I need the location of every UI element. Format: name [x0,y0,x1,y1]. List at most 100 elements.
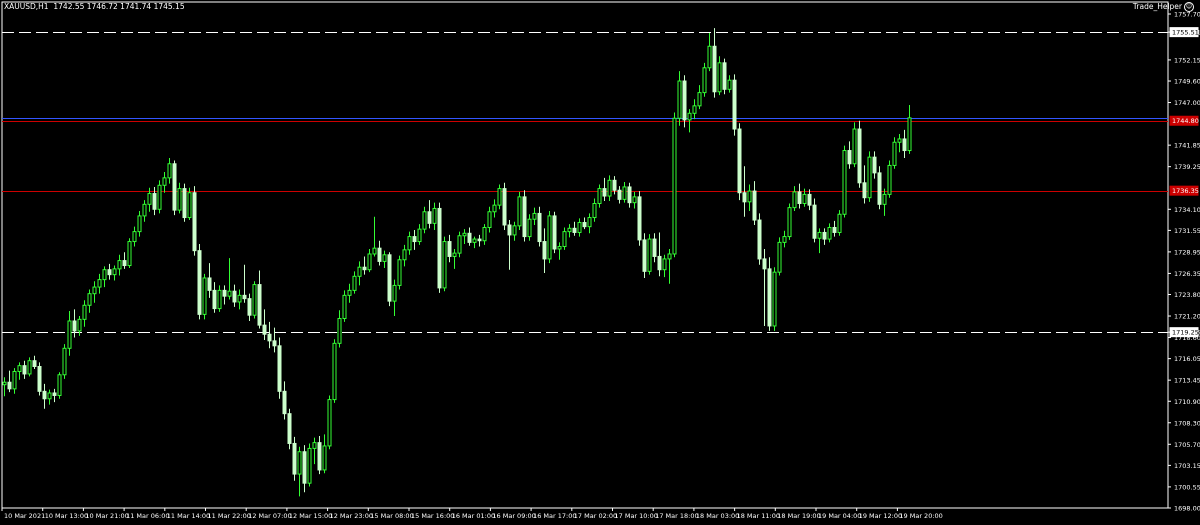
candle-body [672,117,677,255]
x-tick-label: 16 Mar 17:00 [533,512,576,520]
candle-body [452,252,457,257]
candle-body [882,193,887,205]
candle-body [802,193,807,204]
candle-body [592,202,597,219]
candle-body [357,266,362,277]
candle-body [642,239,647,272]
candle-body [257,284,262,326]
candle-body [147,193,152,205]
candle-body [907,117,912,152]
candle-body [662,258,667,271]
level-price-label: 1719.25 [1172,329,1199,337]
candle-body [37,366,42,392]
candle-body [42,390,47,400]
candle-body [752,190,757,221]
candle-body [32,360,37,368]
candle-body [342,294,347,320]
candle-body [97,279,102,288]
candle-body [812,204,817,239]
candle-body [197,250,202,315]
candle-body [392,284,397,302]
indicator-label[interactable]: Trade_Helper ☺ [1133,2,1194,12]
candle-body [807,193,812,206]
candle-body [187,192,192,219]
candle-body [407,236,412,251]
candle-body [77,318,82,332]
candle-body [862,182,867,199]
candle-body [612,179,617,191]
candle-body [777,241,782,273]
candle-body [482,226,487,242]
candle-body [397,259,402,286]
candle-body [852,128,857,165]
candle-body [727,79,732,90]
x-tick-label: 16 Mar 01:00 [452,512,495,520]
candle-body [872,156,877,174]
candle-body [402,249,407,261]
candle-body [337,318,342,344]
candle-body [497,188,502,206]
candle-body [52,392,57,396]
candle-body [367,253,372,271]
level-price-label: 1755.51 [1172,29,1199,37]
candle-body [732,79,737,130]
candle-body [577,222,582,233]
candle-body [542,241,547,260]
candle-body [352,275,357,291]
candle-body [87,293,92,306]
candle-body [467,232,472,243]
candle-body [792,191,797,209]
y-tick-label: 1721.20 [1174,313,1200,321]
candle-body [692,105,697,114]
candle-body [317,442,322,471]
candle-body [677,80,682,119]
candle-body [137,215,142,233]
candle-body [412,236,417,243]
x-tick-label: 17 Mar 02:00 [574,512,617,520]
candle-body [602,188,607,197]
candle-body [652,238,657,257]
y-tick-label: 1741.85 [1174,142,1200,150]
candle-body [897,138,902,143]
candle-body [847,150,852,165]
candle-body [207,277,212,291]
candle-body [457,235,462,254]
y-tick-label: 1728.95 [1174,248,1200,256]
candle-body [122,260,127,267]
y-tick-label: 1705.70 [1174,441,1200,449]
x-tick-label: 17 Mar 18:00 [655,512,698,520]
candle-body [557,246,562,250]
candle-body [112,268,117,276]
candle-body [242,294,247,300]
candle-body [502,188,507,226]
candle-body [572,227,577,233]
candle-body [552,215,557,250]
x-tick-label: 10 Mar 21:00 [85,512,128,520]
candle-body [522,196,527,238]
candle-body [492,204,497,213]
candle-body [462,232,467,237]
candle-body [737,128,742,194]
candle-body [27,360,32,375]
candle-body [167,163,172,179]
symbol-ohlc-label: XAUUSD,H1 1742.55 1746.72 1741.74 1745.1… [4,2,185,11]
y-tick-label: 1726.35 [1174,270,1200,278]
candle-body [597,188,602,204]
candle-body [62,347,67,376]
candle-body [722,62,727,90]
candle-body [157,184,162,210]
candle-body [447,241,452,257]
price-chart[interactable]: 1757.701755.511752.151749.601747.001741.… [0,0,1200,521]
candle-body [47,392,52,400]
x-tick-label: 17 Mar 10:00 [615,512,658,520]
y-tick-label: 1713.45 [1174,377,1200,385]
candle-body [767,268,772,327]
candle-body [682,80,687,121]
candle-body [637,196,642,241]
candlestick-chart[interactable]: 1757.701755.511752.151749.601747.001741.… [0,0,1200,521]
y-tick-label: 1752.15 [1174,56,1200,64]
y-tick-label: 1734.10 [1174,206,1200,214]
y-tick-label: 1703.15 [1174,462,1200,470]
x-tick-label: 19 Mar 20:00 [899,512,942,520]
candle-body [657,255,662,271]
